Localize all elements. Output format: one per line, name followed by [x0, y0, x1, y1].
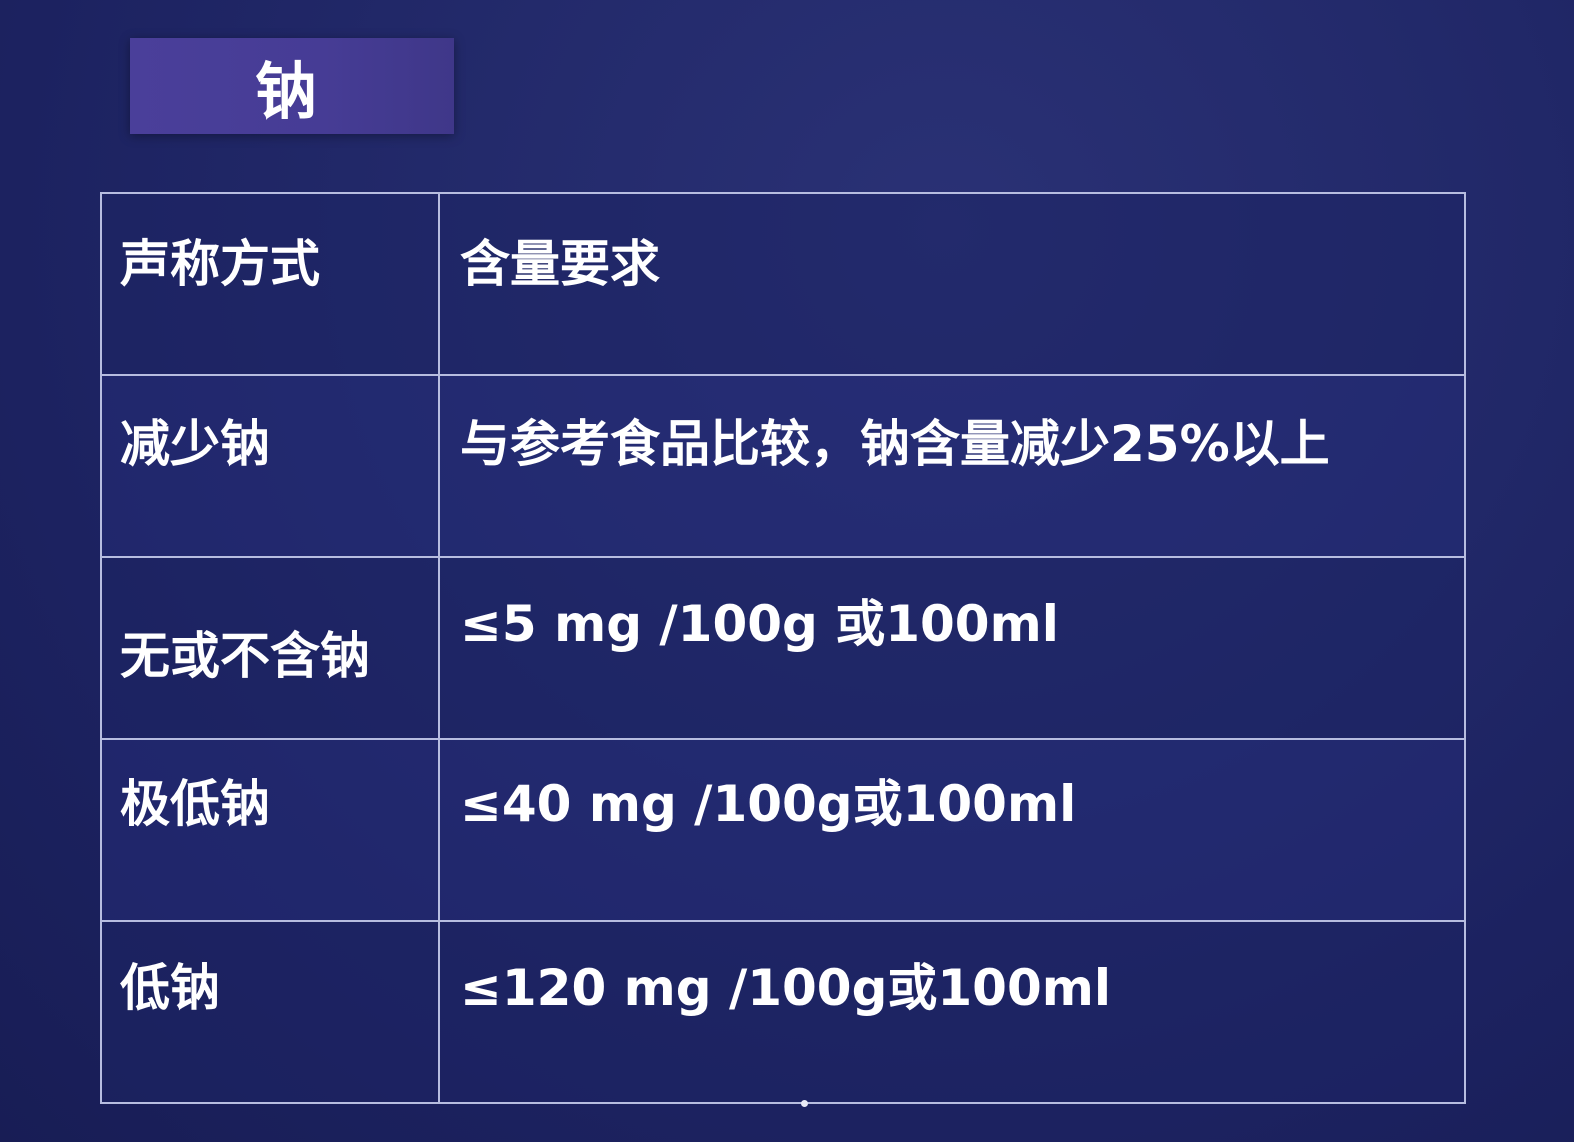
cell-text: 含量要求 [460, 235, 660, 293]
table-cell-claim: 减少钠 [100, 374, 440, 558]
table-cell-claim: 无或不含钠 [100, 556, 440, 740]
cell-text: ≤40 mg /100g或100ml [460, 775, 1077, 833]
cell-text: 声称方式 [120, 235, 320, 293]
table-header-row: 声称方式 含量要求 [100, 192, 1466, 376]
cell-text: 与参考食品比较，钠含量减少25%以上 [460, 415, 1330, 473]
table-cell-requirement: 含量要求 [438, 192, 1466, 376]
table-row: 低钠 ≤120 mg /100g或100ml [100, 920, 1466, 1104]
cell-text: 减少钠 [120, 415, 270, 473]
table-cell-claim: 低钠 [100, 920, 440, 1104]
table-cell-requirement: ≤120 mg /100g或100ml [438, 920, 1466, 1104]
decorative-dot [801, 1100, 808, 1107]
cell-text: 无或不含钠 [120, 627, 370, 685]
cell-text: ≤5 mg /100g 或100ml [460, 595, 1059, 653]
sodium-claims-table-container: 声称方式 含量要求 减少钠 与参考食品比较，钠含量减少25%以上 无或不含钠 ≤… [100, 192, 1466, 1104]
cell-text: 极低钠 [120, 775, 270, 833]
table-row: 减少钠 与参考食品比较，钠含量减少25%以上 [100, 374, 1466, 558]
table-cell-claim: 极低钠 [100, 738, 440, 922]
table-cell-requirement: ≤5 mg /100g 或100ml [438, 556, 1466, 740]
sodium-claims-table: 声称方式 含量要求 减少钠 与参考食品比较，钠含量减少25%以上 无或不含钠 ≤… [100, 192, 1466, 1104]
table-row: 无或不含钠 ≤5 mg /100g 或100ml [100, 556, 1466, 740]
slide-title-box: 钠 [130, 38, 454, 134]
table-cell-requirement: ≤40 mg /100g或100ml [438, 738, 1466, 922]
table-row: 极低钠 ≤40 mg /100g或100ml [100, 738, 1466, 922]
cell-text: 低钠 [120, 959, 220, 1017]
table-cell-requirement: 与参考食品比较，钠含量减少25%以上 [438, 374, 1466, 558]
slide-title: 钠 [254, 55, 319, 128]
cell-text: ≤120 mg /100g或100ml [460, 959, 1112, 1017]
table-cell-claim: 声称方式 [100, 192, 440, 376]
